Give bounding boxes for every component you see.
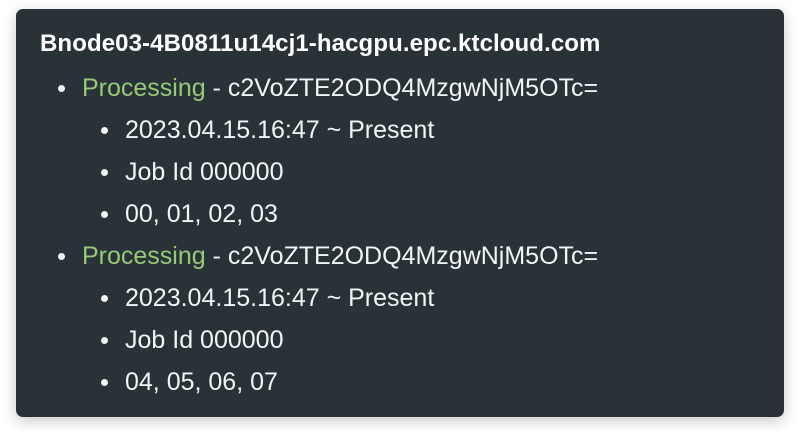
job-details: 2023.04.15.16:47 ~ Present Job Id 000000… <box>16 113 598 239</box>
bullet-icon <box>58 85 65 92</box>
job-id-text: Job Id 000000 <box>125 326 284 354</box>
bullet-icon <box>101 337 108 344</box>
job-period: 2023.04.15.16:47 ~ Present <box>16 281 598 323</box>
bullet-icon <box>101 295 108 302</box>
bullet-icon <box>101 379 108 386</box>
node-info-tooltip: Bnode03-4B0811u14cj1-hacgpu.epc.ktcloud.… <box>16 9 784 417</box>
job-period: 2023.04.15.16:47 ~ Present <box>16 113 598 155</box>
job-id: Job Id 000000 <box>16 323 598 365</box>
job-gpus: 04, 05, 06, 07 <box>16 365 598 407</box>
job-header: Processing - c2VoZTE2ODQ4MzgwNjM5OTc= <box>16 71 598 113</box>
job-item: Processing - c2VoZTE2ODQ4MzgwNjM5OTc= 20… <box>16 71 598 239</box>
job-list: Processing - c2VoZTE2ODQ4MzgwNjM5OTc= 20… <box>16 71 598 407</box>
bullet-icon <box>101 169 108 176</box>
job-separator: - <box>205 242 228 270</box>
node-hostname: Bnode03-4B0811u14cj1-hacgpu.epc.ktcloud.… <box>40 30 601 57</box>
job-status: Processing <box>82 242 206 270</box>
job-details: 2023.04.15.16:47 ~ Present Job Id 000000… <box>16 281 598 407</box>
job-key: c2VoZTE2ODQ4MzgwNjM5OTc= <box>227 242 599 270</box>
job-period-text: 2023.04.15.16:47 ~ Present <box>125 116 435 144</box>
job-separator: - <box>205 74 228 102</box>
job-gpus-text: 00, 01, 02, 03 <box>125 200 278 228</box>
job-status: Processing <box>82 74 206 102</box>
bullet-icon <box>101 211 108 218</box>
bullet-icon <box>101 127 108 134</box>
job-id-text: Job Id 000000 <box>125 158 284 186</box>
job-period-text: 2023.04.15.16:47 ~ Present <box>125 284 435 312</box>
job-id: Job Id 000000 <box>16 155 598 197</box>
bullet-icon <box>58 253 65 260</box>
job-item: Processing - c2VoZTE2ODQ4MzgwNjM5OTc= 20… <box>16 239 598 407</box>
job-header: Processing - c2VoZTE2ODQ4MzgwNjM5OTc= <box>16 239 598 281</box>
job-gpus: 00, 01, 02, 03 <box>16 197 598 239</box>
job-gpus-text: 04, 05, 06, 07 <box>125 368 278 396</box>
job-key: c2VoZTE2ODQ4MzgwNjM5OTc= <box>227 74 599 102</box>
